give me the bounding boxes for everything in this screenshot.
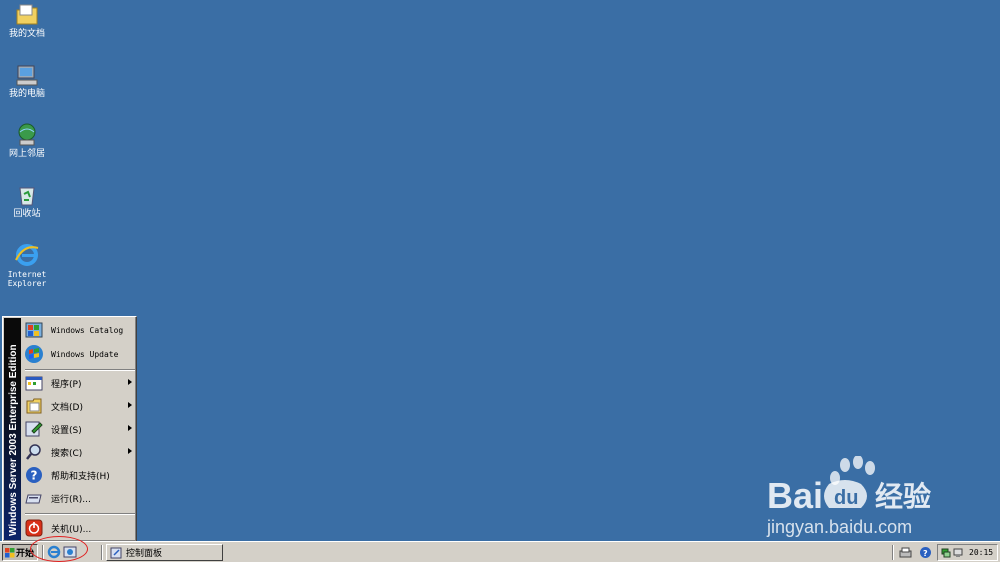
taskbar-separator [101, 545, 103, 560]
windows-catalog-icon [25, 322, 43, 338]
desktop-icon-internet-explorer[interactable]: Internet Explorer [2, 242, 52, 288]
power-icon [25, 519, 43, 537]
help-icon[interactable]: ? [919, 546, 932, 559]
desktop-icon-label: 回收站 [13, 209, 41, 219]
menu-item-label: Windows Update [51, 349, 119, 359]
documents-icon [26, 398, 42, 414]
settings-icon [25, 421, 43, 437]
menu-item-label: 运行(R)... [51, 494, 91, 505]
menu-item-settings[interactable]: 设置(S) [22, 418, 136, 440]
desktop-icon-my-computer[interactable]: 我的电脑 [2, 62, 52, 99]
menu-item-windows-update[interactable]: Windows Update [22, 343, 136, 365]
menu-item-label: 文档(D) [51, 402, 83, 413]
computer-icon [16, 65, 38, 86]
desktop-icon-network-places[interactable]: 网上邻居 [2, 122, 52, 159]
network-status-icon[interactable] [941, 548, 951, 558]
menu-item-label: 设置(S) [51, 425, 82, 436]
menu-item-search[interactable]: 搜索(C) [22, 441, 136, 463]
svg-text:Bai: Bai [767, 475, 823, 516]
recycle-bin-icon [19, 187, 35, 206]
clock[interactable]: 20:15 [969, 548, 993, 557]
menu-item-label: Windows Catalog [51, 325, 124, 335]
taskbar-button-label: 控制面板 [126, 549, 163, 559]
menu-item-programs[interactable]: 程序(P) [22, 372, 136, 394]
annotation-circle [30, 536, 88, 562]
submenu-arrow-icon [128, 402, 132, 408]
svg-text:?: ? [923, 549, 928, 558]
taskbar: 开始 控制面板 ? 20:15 [0, 541, 1000, 562]
desktop-icon-label: 网上邻居 [8, 149, 45, 159]
taskbar-button-control-panel[interactable]: 控制面板 [106, 544, 223, 561]
menu-item-shutdown[interactable]: 关机(U)... [22, 517, 136, 539]
monitor-icon[interactable] [953, 548, 963, 558]
desktop-icon-label: 我的文档 [8, 29, 45, 39]
submenu-arrow-icon [128, 448, 132, 454]
start-menu-banner: Windows Server 2003 Enterprise Edition [4, 318, 21, 540]
menu-item-label: 关机(U)... [51, 524, 92, 535]
svg-text:经验: 经验 [875, 480, 931, 513]
submenu-arrow-icon [128, 379, 132, 385]
svg-text:?: ? [31, 469, 38, 483]
folder-icon [16, 4, 38, 25]
menu-item-windows-catalog[interactable]: Windows Catalog [22, 319, 136, 341]
windows-update-icon [25, 345, 43, 363]
menu-item-label: 搜索(C) [51, 448, 83, 459]
desktop-icon-my-documents[interactable]: 我的文档 [2, 2, 52, 39]
run-icon [25, 494, 42, 504]
desktop-icon-label: Internet Explorer [7, 270, 47, 288]
svg-text:du: du [834, 487, 858, 509]
menu-item-label: 程序(P) [51, 379, 82, 390]
network-icon [18, 123, 36, 146]
start-menu-banner-text: Windows Server 2003 Enterprise Edition [8, 344, 19, 536]
menu-item-help-support[interactable]: ? 帮助和支持(H) [22, 464, 136, 486]
menu-separator [25, 513, 135, 515]
system-tray: 20:15 [937, 544, 998, 561]
desktop-icon-recycle-bin[interactable]: 回收站 [2, 182, 52, 219]
start-menu: Windows Server 2003 Enterprise Edition W… [2, 316, 137, 542]
desktop-icon-label: 我的电脑 [8, 89, 45, 99]
taskbar-separator [892, 545, 894, 560]
programs-icon [25, 376, 43, 391]
menu-separator [25, 369, 135, 371]
menu-item-run[interactable]: 运行(R)... [22, 487, 136, 509]
menu-item-label: 帮助和支持(H) [51, 471, 110, 482]
menu-item-documents[interactable]: 文档(D) [22, 395, 136, 417]
printer-icon[interactable] [899, 546, 912, 559]
internet-explorer-icon [15, 244, 39, 266]
search-icon [26, 444, 41, 460]
help-icon: ? [26, 467, 42, 483]
windows-flag-icon [5, 547, 15, 557]
control-panel-icon [110, 547, 122, 558]
watermark-url: jingyan.baidu.com [767, 517, 913, 537]
submenu-arrow-icon [128, 425, 132, 431]
